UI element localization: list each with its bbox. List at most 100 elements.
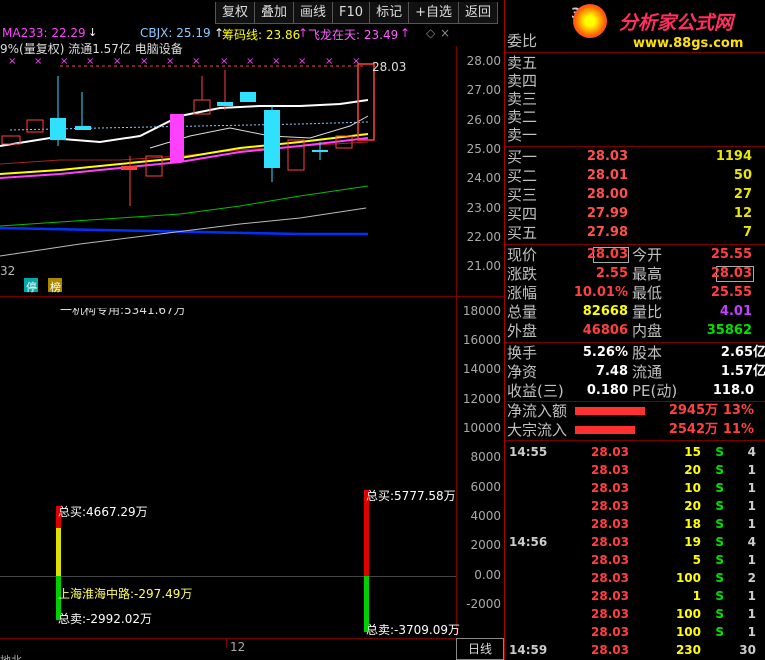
watermark-title: 分析家公式网 <box>619 12 734 34</box>
fund-label: 收益(三) <box>507 382 564 400</box>
bid-label: 买三 <box>507 186 538 204</box>
inner-volume: 35862 <box>706 323 752 338</box>
tick-row: 28.03 20 S 1 <box>505 497 765 515</box>
flow-tick: 6000 <box>470 480 501 494</box>
overlay-button[interactable]: 叠加 <box>254 2 295 24</box>
svg-text:×: × <box>272 56 280 67</box>
draw-line-button[interactable]: 画线 <box>293 2 334 24</box>
diamond-icon[interactable]: ◇ <box>426 26 435 40</box>
x-axis-tick <box>226 638 227 648</box>
bottom-left-tab[interactable]: 地北 <box>0 652 22 660</box>
svg-text:×: × <box>325 56 333 67</box>
kline-chart[interactable]: × × × × × × × × × × × × × × <box>0 56 456 296</box>
ask-label: 卖五 <box>507 54 538 72</box>
tick-time: 14:59 <box>509 643 548 657</box>
volume-ratio: 4.01 <box>719 304 752 319</box>
flow-amount: 2542万 <box>668 422 718 437</box>
quote-label: 最低 <box>632 284 663 302</box>
left-bar-yellow <box>56 528 61 576</box>
tick-vol: 100 <box>675 625 701 639</box>
x-axis-line <box>0 638 504 639</box>
ask-row[interactable]: 卖三 <box>505 90 765 108</box>
back-button[interactable]: 返回 <box>458 2 499 24</box>
add-watchlist-button[interactable]: +自选 <box>408 2 459 24</box>
mark-button[interactable]: 标记 <box>369 2 410 24</box>
bid-label: 买五 <box>507 224 538 242</box>
flow-tick: 0.00 <box>474 568 501 582</box>
tick-price: 28.03 <box>591 553 629 567</box>
tick-side: S <box>715 625 724 639</box>
fund-label: PE(动) <box>632 382 678 400</box>
flow-row: 大宗流入 2542万 11% <box>505 421 765 439</box>
period-selector[interactable]: 日线 <box>456 638 504 660</box>
tick-vol: 5 <box>692 553 701 567</box>
bid-price: 27.99 <box>586 206 628 221</box>
right-total-sell: 总卖:-3709.09万 <box>366 623 460 637</box>
tick-n: 4 <box>747 445 756 459</box>
svg-text:×: × <box>220 56 228 67</box>
svg-text:×: × <box>8 56 16 67</box>
bid-label: 买二 <box>507 167 538 185</box>
flow-row: 净流入额 2945万 13% <box>505 402 765 420</box>
ask-row[interactable]: 卖一 <box>505 126 765 144</box>
fuquan-button[interactable]: 复权 <box>215 2 256 24</box>
f10-button[interactable]: F10 <box>332 2 371 24</box>
svg-text:×: × <box>60 56 68 67</box>
tick-vol: 1 <box>692 589 701 603</box>
tick-price: 28.03 <box>591 499 629 513</box>
svg-text:×: × <box>140 56 148 67</box>
price-tick: 23.00 <box>466 201 501 215</box>
ask-label: 卖一 <box>507 126 538 144</box>
tick-n: 1 <box>747 625 756 639</box>
close-icon[interactable]: × <box>440 26 450 40</box>
flow-tick: 10000 <box>462 421 501 435</box>
bid-price: 28.03 <box>586 149 628 164</box>
tick-price: 28.03 <box>591 571 629 585</box>
ask-row[interactable]: 卖四 <box>505 72 765 90</box>
current-price: 28.03 <box>586 247 628 262</box>
bid-row[interactable]: 买三 28.00 27 <box>505 186 765 204</box>
cbjx-label: CBJX: 25.19 <box>140 26 211 40</box>
fund-row: 收益(三) 0.180 PE(动) 118.0 <box>505 382 765 400</box>
change-value: 2.55 <box>595 266 628 281</box>
bid-row[interactable]: 买四 27.99 12 <box>505 205 765 223</box>
svg-text:×: × <box>192 56 200 67</box>
bid-volume: 1194 <box>715 149 752 164</box>
flow-pct: 13% <box>722 403 754 418</box>
tick-price: 28.03 <box>591 589 629 603</box>
quote-label: 最高 <box>632 265 663 283</box>
tick-price: 28.03 <box>591 445 629 459</box>
quote-label: 涨跌 <box>507 265 538 283</box>
quote-label: 涨幅 <box>507 284 538 302</box>
total-shares: 2.65亿 <box>720 345 765 360</box>
tick-side: S <box>715 535 724 549</box>
chouma-label: 筹码线: 23.86 <box>222 28 301 42</box>
bid-row[interactable]: 买五 27.98 7 <box>505 224 765 242</box>
price-axis: 28.00 27.00 26.00 25.00 24.00 23.00 22.0… <box>456 46 504 326</box>
tick-row: 28.03 10 S 1 <box>505 479 765 497</box>
tick-side: S <box>715 553 724 567</box>
tick-price: 28.03 <box>591 535 629 549</box>
arrow-up-icon-2: ↑ <box>298 26 309 40</box>
bid-row[interactable]: 买一 28.03 1194 <box>505 148 765 166</box>
bid-volume: 50 <box>733 168 752 183</box>
bid-volume: 7 <box>742 225 752 240</box>
flow-bar <box>575 407 645 415</box>
eps: 0.180 <box>586 383 628 398</box>
tick-vol: 10 <box>684 481 701 495</box>
fund-label: 换手 <box>507 344 538 362</box>
tick-time: 14:56 <box>509 535 548 549</box>
tick-row: 28.03 100 S 1 <box>505 605 765 623</box>
bid-row[interactable]: 买二 28.01 50 <box>505 167 765 185</box>
price-tick: 27.00 <box>466 83 501 97</box>
fund-label: 流通 <box>632 363 663 381</box>
ask-row[interactable]: 卖五 <box>505 54 765 72</box>
bid-label: 买四 <box>507 205 538 223</box>
ask-row[interactable]: 卖二 <box>505 108 765 126</box>
flow-tick: 8000 <box>470 450 501 464</box>
arrow-down-icon: ↓ <box>88 26 98 39</box>
left-total-buy: 总买:4667.29万 <box>58 505 148 519</box>
pe-ratio: 118.0 <box>712 383 754 398</box>
tick-row: 14:55 28.03 15 S 4 <box>505 443 765 461</box>
flow-tick: 14000 <box>462 362 501 376</box>
